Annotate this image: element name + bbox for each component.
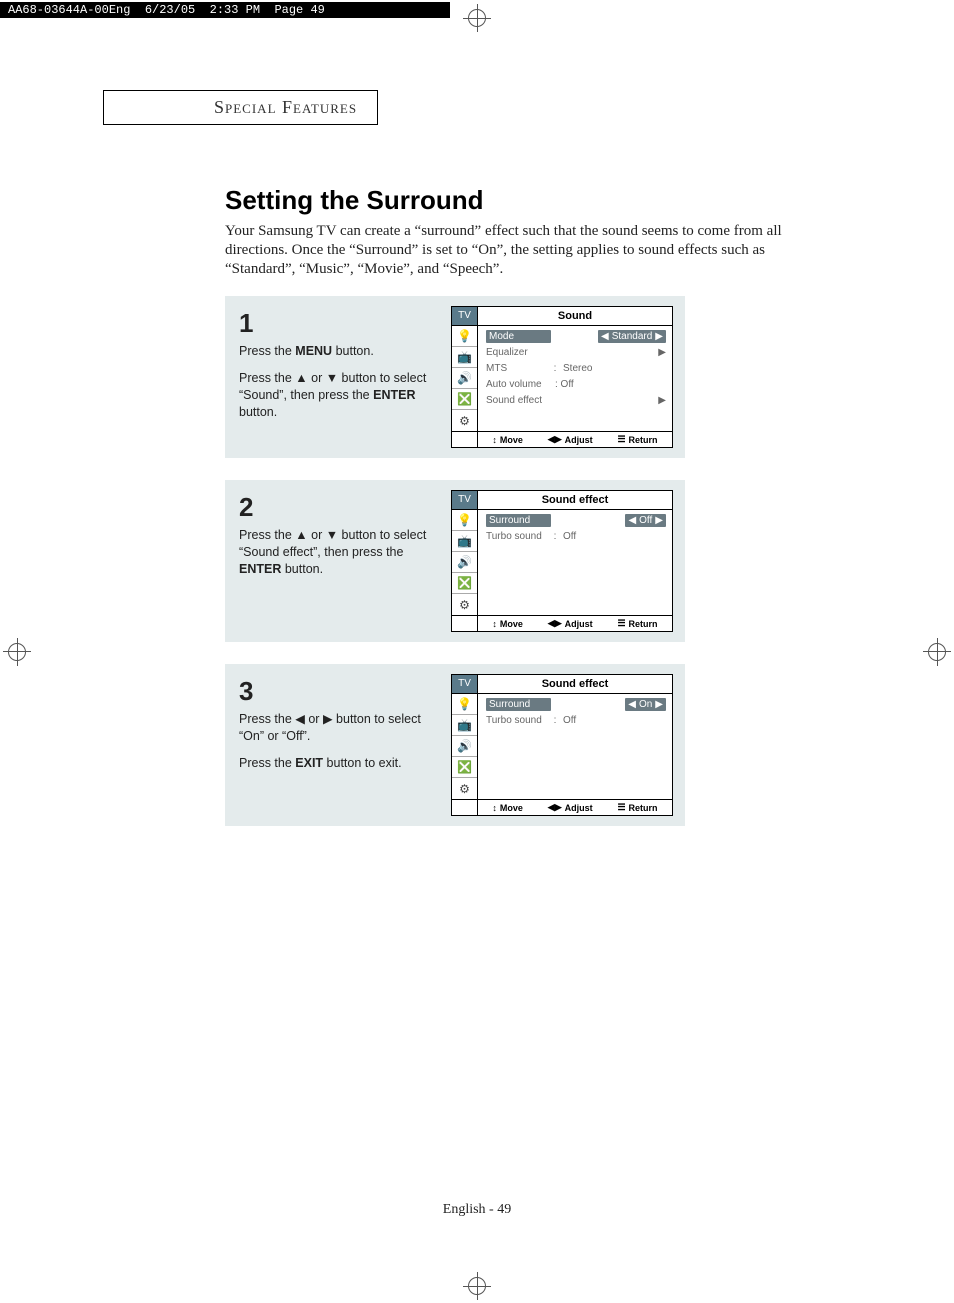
menu-row-label: Turbo sound <box>486 715 551 726</box>
menu-icon: 📺 <box>452 347 477 368</box>
menu-icon-column: 💡📺🔊❎⚙ <box>452 510 478 615</box>
menu-row: Turbo sound:Off <box>484 528 668 544</box>
menu-title: Sound <box>478 307 672 325</box>
menu-row: MTS:Stereo <box>484 360 668 376</box>
menu-row: Mode ◀Standard▶ <box>484 328 668 344</box>
arrow-right-icon: ▶ <box>658 395 666 406</box>
main-content: Setting the Surround Your Samsung TV can… <box>225 185 835 848</box>
menu-footer: ↕Move ◀▶Adjust ☰Return <box>452 615 672 631</box>
menu-row: Equalizer ▶ <box>484 344 668 360</box>
file-header: AA68-03644A-00Eng 6/23/05 2:33 PM Page 4… <box>0 2 450 18</box>
menu-icon: 📺 <box>452 531 477 552</box>
menu-row-value: ◀On▶ <box>625 698 666 711</box>
page-title: Setting the Surround <box>225 185 835 216</box>
menu-row: Auto volume: Off <box>484 376 668 392</box>
menu-title: Sound effect <box>478 675 672 693</box>
menu-icon-column: 💡📺🔊❎⚙ <box>452 694 478 799</box>
menu-icon-column: 💡📺🔊❎⚙ <box>452 326 478 431</box>
step-paragraph: Press the EXIT button to exit. <box>239 755 439 772</box>
menu-icon: 💡 <box>452 326 477 347</box>
footer-return: ☰Return <box>617 618 657 629</box>
section-tab: Special Features <box>103 90 378 125</box>
crop-mark-right <box>928 643 946 661</box>
step-number: 2 <box>239 490 439 525</box>
menu-row-label: Equalizer <box>486 347 551 358</box>
step-text: 2Press the ▲ or ▼ button to select “Soun… <box>239 490 439 632</box>
menu-row-label: Auto volume <box>486 379 551 390</box>
tv-icon-box: TV <box>452 491 478 509</box>
menu-rows: Surround◀Off▶Turbo sound:Off <box>478 510 672 615</box>
menu-title: Sound effect <box>478 491 672 509</box>
step-paragraph: Press the ▲ or ▼ button to select “Sound… <box>239 527 439 578</box>
intro-paragraph: Your Samsung TV can create a “surround” … <box>225 222 835 278</box>
step-text: 3Press the ◀ or ▶ button to select “On” … <box>239 674 439 816</box>
step-block: 3Press the ◀ or ▶ button to select “On” … <box>225 664 685 826</box>
menu-row-value: : Off <box>551 379 666 390</box>
footer-move: ↕Move <box>492 434 523 445</box>
menu-row-value: Off <box>559 715 666 726</box>
step-text: 1 Press the MENU button. Press the ▲ or ▼ … <box>239 306 439 448</box>
menu-icon: ❎ <box>452 757 477 778</box>
footer-return: ☰Return <box>617 434 657 445</box>
menu-row: Surround ◀Off▶ <box>484 512 668 528</box>
menu-row-value: Off <box>559 531 666 542</box>
osd-menu: TVSound effect💡📺🔊❎⚙Surround◀On▶Turbo sou… <box>451 674 673 816</box>
menu-icon: 💡 <box>452 694 477 715</box>
menu-row-colon: : <box>551 531 559 542</box>
menu-icon: ❎ <box>452 389 477 410</box>
menu-row-colon: : <box>551 715 559 726</box>
crop-mark-left <box>8 643 26 661</box>
menu-icon: 🔊 <box>452 736 477 757</box>
step-number: 3 <box>239 674 439 709</box>
menu-row-label: Turbo sound <box>486 531 551 542</box>
menu-row-label: MTS <box>486 363 551 374</box>
menu-row: Turbo sound:Off <box>484 712 668 728</box>
arrow-right-icon: ▶ <box>658 347 666 358</box>
menu-row-colon: : <box>551 363 559 374</box>
step-block: 1 Press the MENU button. Press the ▲ or ▼ … <box>225 296 685 458</box>
menu-row-label: Surround <box>486 514 551 527</box>
step-paragraph: Press the ▲ or ▼ button to select “Sound… <box>239 370 439 421</box>
menu-row-value: ◀Off▶ <box>625 514 666 527</box>
menu-row-label: Sound effect <box>486 395 551 406</box>
menu-icon: ❎ <box>452 573 477 594</box>
menu-icon: 💡 <box>452 510 477 531</box>
menu-footer: ↕Move ◀▶Adjust ☰Return <box>452 799 672 815</box>
crop-mark-bottom <box>468 1277 486 1295</box>
osd-menu: TVSound effect💡📺🔊❎⚙Surround◀Off▶Turbo so… <box>451 490 673 632</box>
footer-adjust: ◀▶Adjust <box>548 434 593 445</box>
step-paragraph: Press the ◀ or ▶ button to select “On” o… <box>239 711 439 745</box>
footer-move: ↕Move <box>492 802 523 813</box>
footer-adjust: ◀▶Adjust <box>548 618 593 629</box>
menu-icon: ⚙ <box>452 594 477 615</box>
menu-icon: 🔊 <box>452 552 477 573</box>
section-header-box: Special Features <box>103 90 833 125</box>
menu-row: Surround ◀On▶ <box>484 696 668 712</box>
crop-mark-top <box>468 9 486 27</box>
step-block: 2Press the ▲ or ▼ button to select “Soun… <box>225 480 685 642</box>
menu-footer: ↕Move ◀▶Adjust ☰Return <box>452 431 672 447</box>
osd-menu: TVSound💡📺🔊❎⚙ Mode ◀Standard▶ Equalizer ▶ MTS:… <box>451 306 673 448</box>
menu-icon: 📺 <box>452 715 477 736</box>
footer-move: ↕Move <box>492 618 523 629</box>
footer-adjust: ◀▶Adjust <box>548 802 593 813</box>
menu-rows: Surround◀On▶Turbo sound:Off <box>478 694 672 799</box>
menu-icon: 🔊 <box>452 368 477 389</box>
footer-return: ☰Return <box>617 802 657 813</box>
menu-row-label: Mode <box>486 330 551 343</box>
tv-icon-box: TV <box>452 307 478 325</box>
menu-icon: ⚙ <box>452 410 477 431</box>
menu-row: Sound effect ▶ <box>484 392 668 408</box>
menu-icon: ⚙ <box>452 778 477 799</box>
menu-row-label: Surround <box>486 698 551 711</box>
menu-rows: Mode◀Standard▶Equalizer▶MTS:StereoAuto v… <box>478 326 672 431</box>
page-number: English - 49 <box>0 1202 954 1218</box>
step-paragraph: Press the MENU button. <box>239 343 439 360</box>
tv-icon-box: TV <box>452 675 478 693</box>
menu-row-value: ◀Standard▶ <box>598 330 666 343</box>
menu-row-value: Stereo <box>559 363 666 374</box>
step-number: 1 <box>239 306 439 341</box>
